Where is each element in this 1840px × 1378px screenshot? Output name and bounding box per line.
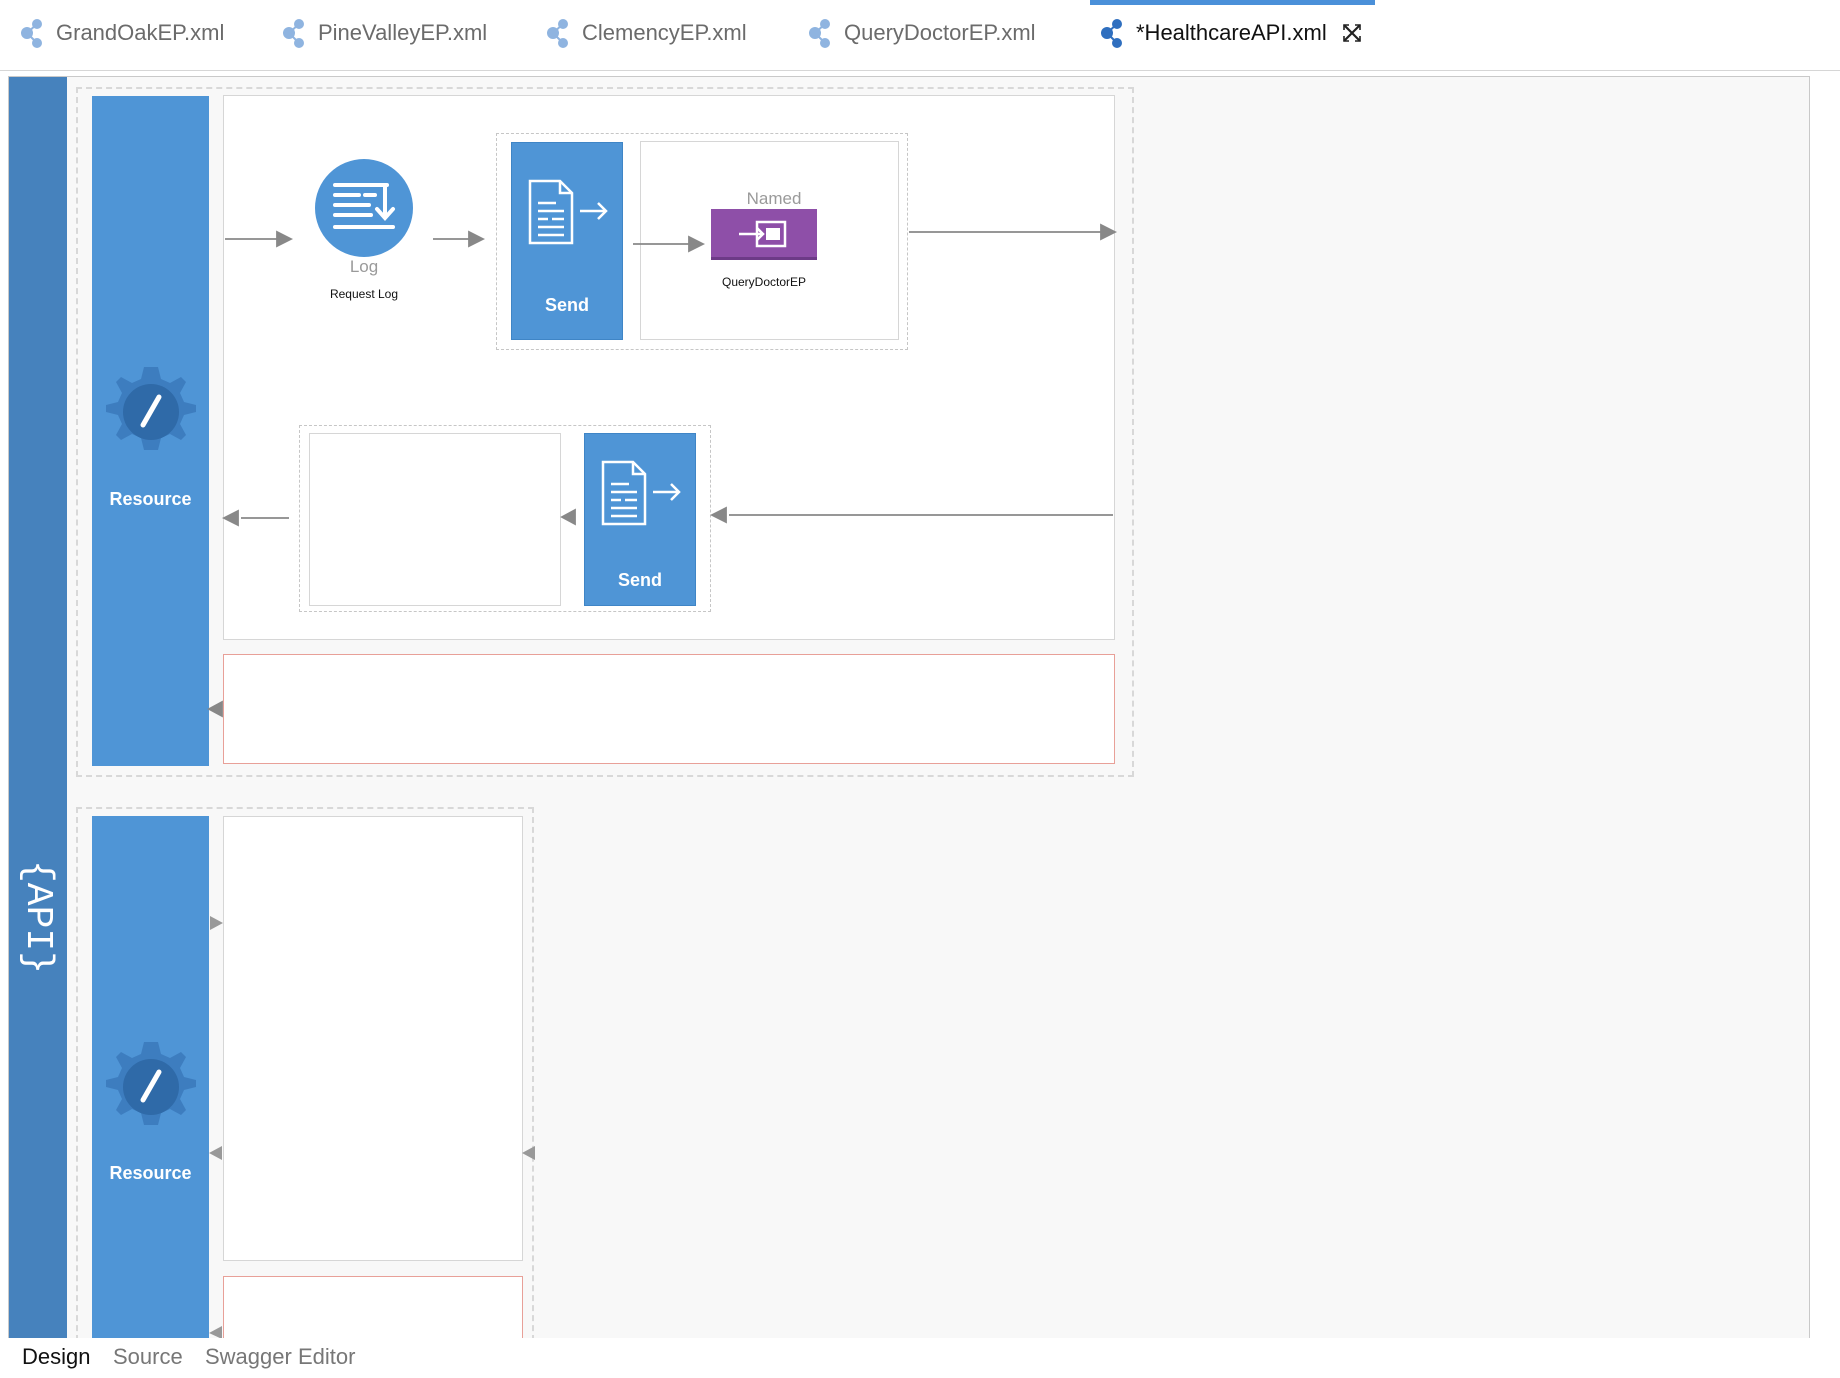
tab-label: PineValleyEP.xml xyxy=(318,20,488,45)
close-icon[interactable] xyxy=(1341,22,1363,44)
tab-querydoctor[interactable]: QueryDoctorEP.xml xyxy=(806,0,1036,66)
tab-label: ClemencyEP.xml xyxy=(582,20,747,45)
tab-pinevalley[interactable]: PineValleyEP.xml xyxy=(280,0,487,66)
tab-label: *HealthcareAPI.xml xyxy=(1136,20,1327,45)
tab-label: QueryDoctorEP.xml xyxy=(844,20,1036,45)
design-canvas[interactable]: {API} Resource Log Request Log Send Name… xyxy=(8,76,1810,1340)
tab-grandoak[interactable]: GrandOakEP.xml xyxy=(18,0,224,66)
tab-label: GrandOakEP.xml xyxy=(56,20,225,45)
endpoint-icon xyxy=(809,19,830,48)
endpoint-icon xyxy=(283,19,304,48)
endpoint-icon xyxy=(21,19,42,48)
tab-clemency[interactable]: ClemencyEP.xml xyxy=(544,0,747,66)
tab-healthcareapi[interactable]: *HealthcareAPI.xml xyxy=(1090,0,1375,66)
tab-source[interactable]: Source xyxy=(113,1344,183,1370)
tab-design[interactable]: Design xyxy=(22,1344,90,1370)
tab-swagger-editor[interactable]: Swagger Editor xyxy=(205,1344,355,1370)
endpoint-icon xyxy=(547,19,568,48)
flow-connectors xyxy=(209,916,535,1339)
api-icon xyxy=(1101,19,1122,48)
editor-mode-tabs: Design Source Swagger Editor xyxy=(0,1338,1840,1378)
editor-tab-bar: GrandOakEP.xml PineValleyEP.xml Clemency… xyxy=(0,0,1840,71)
